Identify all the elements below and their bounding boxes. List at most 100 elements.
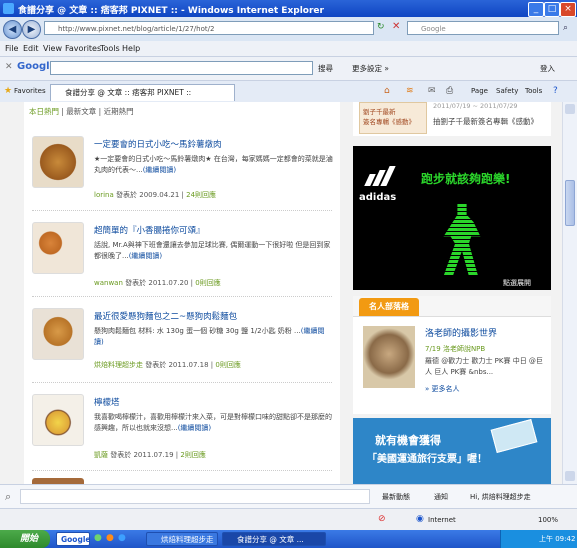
- taskbar-google[interactable]: Google: [56, 532, 90, 546]
- post-title[interactable]: 最近很愛懸狗麵包之二~懸狗肉鬆麵包: [94, 310, 237, 322]
- promo-date: 2011/07/19 ~ 2011/07/29: [433, 102, 518, 110]
- google-search-button[interactable]: 搜尋: [318, 63, 333, 74]
- minimize-button[interactable]: _: [528, 2, 544, 17]
- refresh-icon[interactable]: ↻: [377, 22, 388, 33]
- browser-tab[interactable]: 食譜分享 @ 文章 :: 痞客邦 PIXNET ::: [50, 84, 235, 101]
- celebrity-blog-name[interactable]: 洛老師的攝影世界: [425, 326, 497, 339]
- favorites-button[interactable]: Favorites: [14, 87, 46, 95]
- google-toolbar: ✕ Google 搜尋 更多設定 » 登入: [0, 56, 577, 81]
- help-icon[interactable]: ?: [553, 86, 558, 96]
- home-icon[interactable]: ⌂: [384, 86, 390, 96]
- favorites-star-icon[interactable]: ★: [4, 86, 12, 96]
- post-meta: 凱薩 發表於 2011.07.19 | 2則回應: [94, 451, 206, 459]
- post-comments[interactable]: 0則回應: [195, 279, 220, 287]
- post-title[interactable]: 一定要會的日式小吃～馬鈴薯燉肉: [94, 138, 222, 150]
- scroll-up-button[interactable]: [565, 104, 575, 114]
- menu-edit[interactable]: Edit: [23, 44, 39, 53]
- more-celebrity-link[interactable]: » 更多名人: [425, 384, 460, 394]
- post-thumbnail[interactable]: [32, 222, 84, 274]
- feeds-icon[interactable]: ≋: [406, 86, 414, 96]
- quicklaunch-icon[interactable]: ●: [106, 533, 114, 543]
- post-author[interactable]: 烘焙料理超步走: [94, 361, 143, 369]
- menu-favorites[interactable]: Favorites: [65, 44, 101, 53]
- clock[interactable]: 上午 09:42: [539, 534, 575, 544]
- tab-recent-hot[interactable]: 近期熱門: [104, 107, 134, 116]
- adidas-ad[interactable]: adidas 跑步就該夠跑樂! 點選展開: [353, 146, 551, 290]
- amex-ad[interactable]: 就有機會獲得 「美國運通旅行支票」喔！: [353, 418, 551, 484]
- menu-view[interactable]: View: [43, 44, 62, 53]
- post-meta: wanwan 發表於 2011.07.20 | 0則回應: [94, 279, 221, 287]
- read-more-link[interactable]: (繼續閱讀): [178, 424, 211, 432]
- tab-today-hot[interactable]: 本日熱門: [29, 107, 59, 116]
- celebrity-post-date[interactable]: 7/19 洛老師說NPB: [425, 344, 485, 354]
- quicklaunch-icon[interactable]: ●: [118, 533, 126, 543]
- zoom-level[interactable]: 100%: [538, 516, 558, 524]
- adidas-logo: [363, 166, 399, 190]
- toolbar-close-icon[interactable]: ✕: [5, 62, 13, 72]
- read-more-link[interactable]: (繼續閱讀): [143, 166, 176, 174]
- celebrity-blog-box: 名人部落格 洛老師的攝影世界 7/19 洛老師說NPB 羅德 @歡力士 歡力士 …: [353, 296, 551, 414]
- post-title[interactable]: 超簡單的『小香腸捲你可頌』: [94, 224, 205, 236]
- post-title[interactable]: 檸檬塔: [94, 396, 120, 408]
- tab-latest[interactable]: 最新文章: [66, 107, 96, 116]
- google-search-input[interactable]: [50, 61, 313, 75]
- more-settings-link[interactable]: 更多設定 »: [352, 63, 389, 74]
- system-tray: 上午 09:42: [500, 530, 577, 548]
- page-menu[interactable]: Page: [471, 87, 488, 95]
- tools-menu[interactable]: Tools: [525, 87, 542, 95]
- back-button[interactable]: ◀: [3, 20, 22, 39]
- security-zone: Internet: [428, 516, 456, 524]
- quicklaunch-icon[interactable]: ●: [94, 533, 102, 543]
- post-author[interactable]: wanwan: [94, 279, 123, 287]
- post-desc: ★一定要會的日式小吃～馬鈴薯燉肉★ 在台灣，每家媽媽一定都會的菜就是滷丸肉的代表…: [94, 155, 333, 174]
- popup-blocked-icon[interactable]: ⊘: [378, 514, 386, 524]
- print-icon[interactable]: ⎙: [446, 86, 453, 96]
- promo-tag: 劉子千最新 簽名專輯《感動》: [359, 102, 427, 134]
- start-button[interactable]: 開始: [0, 530, 50, 548]
- scroll-down-button[interactable]: [565, 471, 575, 481]
- post-author[interactable]: lorina: [94, 191, 114, 199]
- taskbar-window-active[interactable]: 食譜分享 @ 文章 ...: [222, 532, 326, 546]
- ad-slogan: 跑步就該夠跑樂!: [421, 172, 511, 186]
- post-thumbnail[interactable]: [32, 136, 84, 188]
- celebrity-post-desc: 羅德 @歡力士 歡力士 PK賽 中日 @巨人 巨人 PK賽 &nbs...: [425, 357, 543, 376]
- latest-activity-link[interactable]: 最新動態: [382, 492, 410, 502]
- status-bar: ⊘ ◉ Internet 100%: [0, 508, 577, 531]
- post-comments[interactable]: 24則回應: [186, 191, 216, 199]
- post-author[interactable]: 凱薩: [94, 451, 108, 459]
- post-comments[interactable]: 2則回應: [180, 451, 205, 459]
- divider: [32, 382, 332, 383]
- mail-icon[interactable]: ✉: [428, 86, 436, 96]
- celebrity-blog-title[interactable]: 名人部落格: [359, 298, 419, 316]
- menu-file[interactable]: File: [5, 44, 18, 53]
- promo-text[interactable]: 抽劉子千最新簽名專輯《感動》: [433, 116, 538, 127]
- vertical-scrollbar[interactable]: [562, 102, 577, 484]
- read-more-link[interactable]: (繼續閱讀): [129, 252, 162, 260]
- search-icon[interactable]: ⌕: [563, 23, 568, 33]
- notification-link[interactable]: 通知: [434, 492, 448, 502]
- post-comments[interactable]: 0則回應: [215, 361, 240, 369]
- forward-button[interactable]: ▶: [22, 20, 41, 39]
- search-icon[interactable]: ⌕: [5, 490, 11, 504]
- signin-link[interactable]: 登入: [540, 63, 555, 74]
- post-desc: 話說, Mr.A與神下班會還讓去參加足球比賽, 偶爾運動一下很好啦 但是回到家都…: [94, 241, 331, 260]
- search-input[interactable]: Google: [407, 21, 559, 35]
- post-thumbnail[interactable]: [32, 308, 84, 360]
- close-button[interactable]: ×: [560, 2, 576, 17]
- window-titlebar[interactable]: 食譜分享 @ 文章 :: 痞客邦 PIXNET :: - Windows Int…: [0, 0, 577, 17]
- maximize-button[interactable]: □: [544, 2, 560, 17]
- menu-help[interactable]: Help: [122, 44, 140, 53]
- stop-icon[interactable]: ✕: [392, 21, 403, 32]
- menu-tools[interactable]: Tools: [100, 44, 120, 53]
- avatar[interactable]: [363, 326, 415, 388]
- bottom-search-input[interactable]: [20, 489, 370, 504]
- scroll-thumb[interactable]: [565, 180, 575, 226]
- promo-box[interactable]: 劉子千最新 簽名專輯《感動》 2011/07/19 ~ 2011/07/29 抽…: [353, 102, 551, 136]
- user-greeting[interactable]: Hi, 烘焙料理超步走: [470, 492, 531, 502]
- safety-menu[interactable]: Safety: [496, 87, 518, 95]
- expand-ad-link[interactable]: 點選展開: [503, 278, 531, 288]
- taskbar-window[interactable]: 烘焙料理超步走: [146, 532, 218, 546]
- post-thumbnail[interactable]: [32, 394, 84, 446]
- adidas-brand: adidas: [359, 192, 397, 203]
- address-bar[interactable]: http://www.pixnet.net/blog/article/1/27/…: [44, 21, 374, 35]
